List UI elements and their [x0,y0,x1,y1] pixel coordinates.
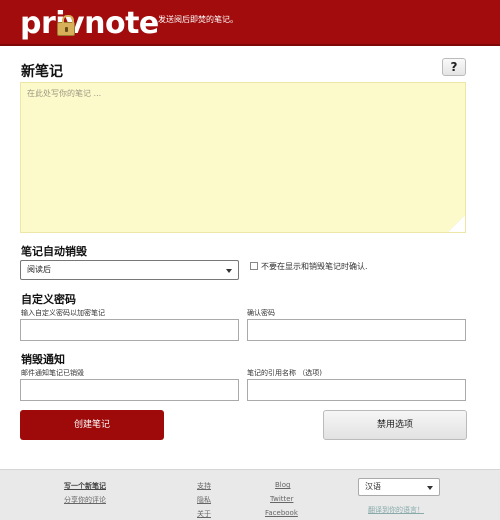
password-label: 输入自定义密码以加密笔记 [21,309,105,317]
footer-privacy-link[interactable]: 隐私 [197,495,211,505]
confirm-password-field[interactable] [247,319,466,341]
self-destruct-value: 阅读后 [27,265,51,274]
logo-text: privnote [20,5,159,41]
self-destruct-label: 笔记自动销毁 [21,245,87,258]
password-field[interactable] [20,319,239,341]
confirm-checkbox[interactable] [250,262,258,270]
footer-write-note-link[interactable]: 写一个新笔记 [64,481,106,491]
self-destruct-select[interactable]: 阅读后 [20,260,239,280]
translate-link[interactable]: 翻译到你的语言！ [368,505,424,515]
footer-support-link[interactable]: 支持 [197,481,211,491]
lock-icon [57,15,75,36]
footer-twitter-link[interactable]: Twitter [270,495,293,503]
create-note-button[interactable]: 创建笔记 [20,410,164,440]
email-label: 邮件通知笔记已销毁 [21,369,84,377]
help-button[interactable]: ? [442,58,466,76]
email-field[interactable] [20,379,239,401]
chevron-down-icon [226,269,232,273]
disable-options-button[interactable]: 禁用选项 [323,410,467,440]
tagline: 发送阅后即焚的笔记。 [158,15,238,24]
footer-about-link[interactable]: 关于 [197,509,211,519]
language-value: 汉语 [365,482,381,491]
language-select[interactable]: 汉语 [358,478,440,496]
site-header: privnote 发送阅后即焚的笔记。 [0,0,500,46]
note-placeholder: 在此处写你的笔记 ... [27,89,102,98]
notify-section-title: 销毁通知 [21,353,65,366]
note-textarea[interactable]: 在此处写你的笔记 ... [20,82,466,233]
page-title: 新笔记 [21,64,63,80]
privnote-logo[interactable]: privnote [20,4,159,42]
chevron-down-icon [427,486,433,490]
footer-facebook-link[interactable]: Facebook [265,509,298,517]
confirm-password-label: 确认密码 [247,309,275,317]
reference-field[interactable] [247,379,466,401]
reference-label: 笔记的引用名称 （选项) [247,369,322,377]
confirm-checkbox-label: 不要在显示和销毁笔记时确认. [261,262,368,271]
footer-share-review-link[interactable]: 分享你的评论 [64,495,106,505]
footer-blog-link[interactable]: Blog [275,481,290,489]
page-curl-mask [448,215,465,232]
site-footer: 写一个新笔记 分享你的评论 支持 隐私 关于 Blog Twitter Face… [0,469,500,520]
password-section-title: 自定义密码 [21,293,76,306]
